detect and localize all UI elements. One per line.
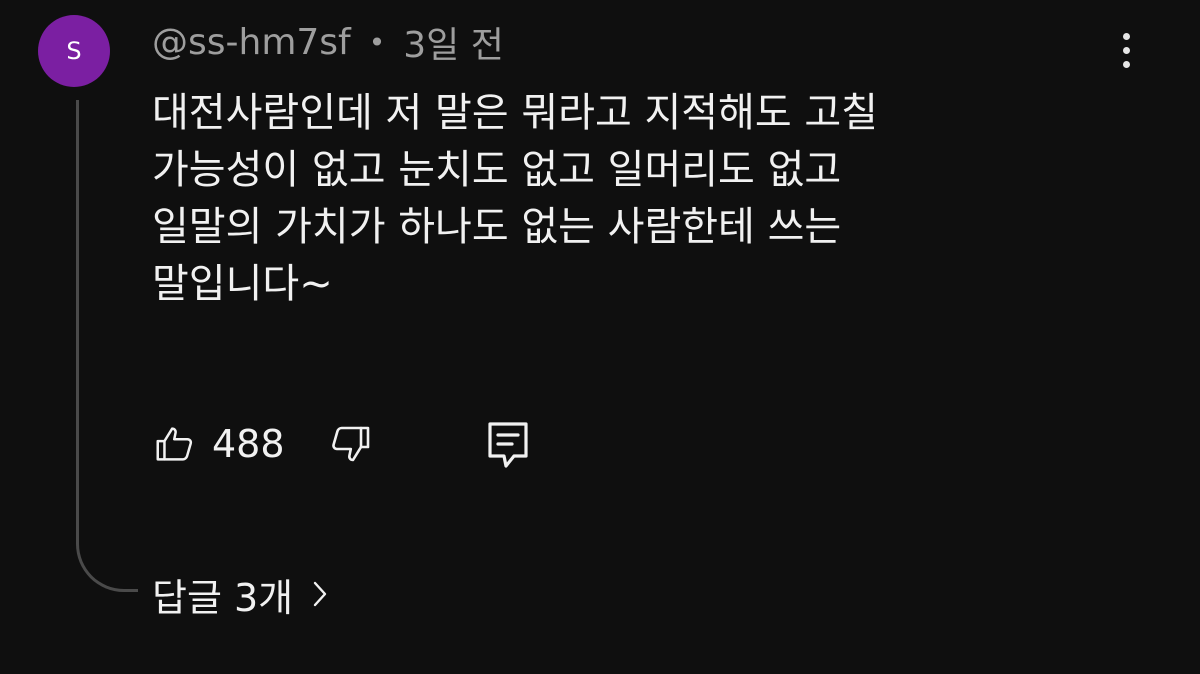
avatar[interactable]: S: [38, 15, 110, 87]
reply-button[interactable]: [486, 420, 530, 472]
view-replies-button[interactable]: 답글 3개: [152, 566, 329, 622]
more-vertical-icon-dot: [1122, 60, 1130, 68]
comment-line: 일말의 가치가 하나도 없는 사람한테 쓰는: [152, 204, 842, 250]
thumbs-down-icon: [332, 426, 370, 462]
comment-line: 말입니다~: [152, 261, 333, 307]
author-handle[interactable]: @ss-hm7sf: [152, 22, 351, 63]
more-vertical-icon: [1122, 32, 1130, 40]
comment-meta: @ss-hm7sf • 3일 전: [152, 14, 504, 70]
dislike-button[interactable]: [326, 420, 374, 468]
comment-time[interactable]: 3일 전: [403, 16, 504, 68]
comment-line: 가능성이 없고 눈치도 없고 일머리도 없고: [152, 147, 842, 193]
thumbs-up-icon: [156, 427, 193, 461]
comment-icon: [488, 422, 528, 468]
meta-separator: •: [368, 25, 386, 59]
replies-label: 답글 3개: [152, 575, 294, 620]
thread-line: [76, 100, 138, 592]
chevron-right-icon: [313, 581, 327, 607]
like-button[interactable]: 488: [152, 418, 285, 470]
more-vertical-icon-dot: [1122, 46, 1130, 54]
avatar-letter: S: [66, 37, 82, 65]
like-count: 488: [212, 422, 285, 466]
more-options-button[interactable]: [1105, 24, 1147, 76]
comment-actions: 488: [152, 414, 572, 474]
comment-text: 대전사람인데 저 말은 뭐라고 지적해도 고칠 가능성이 없고 눈치도 없고 일…: [152, 85, 1052, 313]
comment-line: 대전사람인데 저 말은 뭐라고 지적해도 고칠: [152, 90, 878, 136]
